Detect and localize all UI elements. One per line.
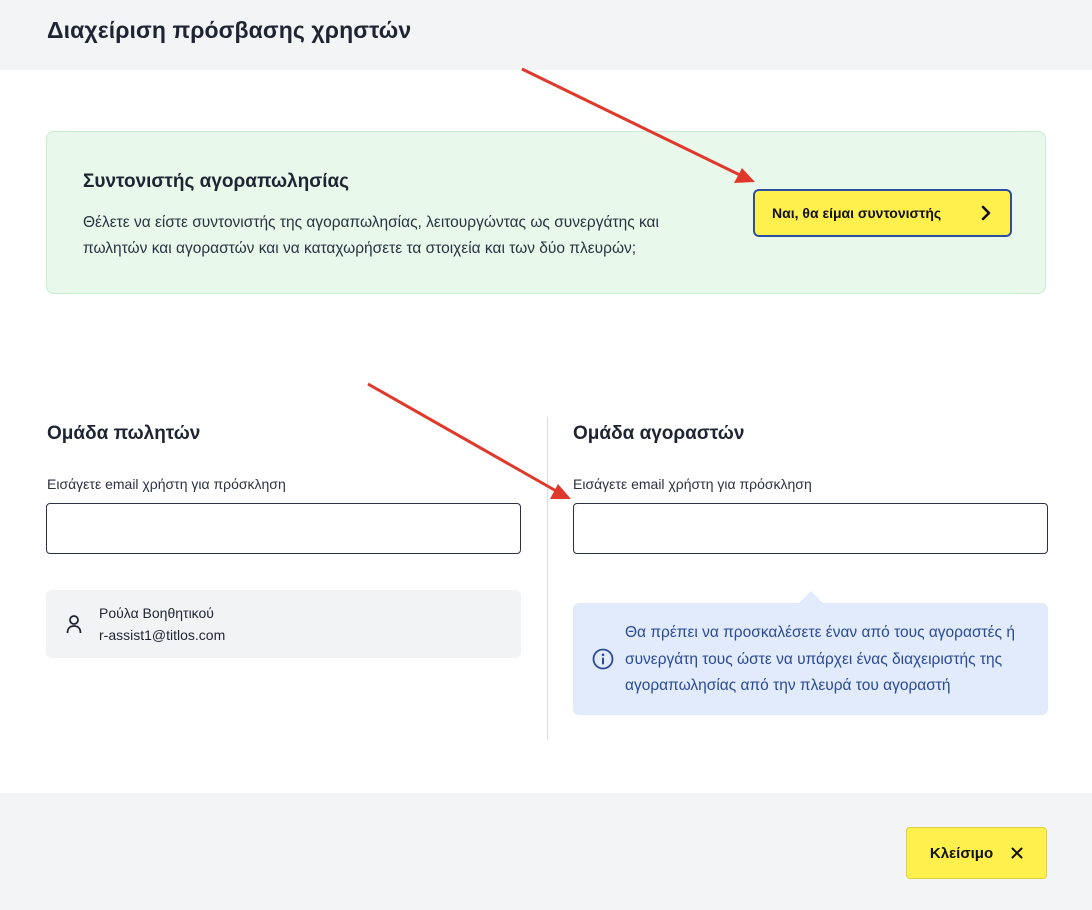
seller-member-item: Ρούλα Βοηθητικού r-assist1@titlos.com bbox=[46, 590, 521, 658]
sellers-email-label: Εισάγετε email χρήστη για πρόσκληση bbox=[47, 476, 286, 492]
become-coordinator-label: Ναι, θα είμαι συντονιστής bbox=[772, 205, 942, 221]
page-title: Διαχείριση πρόσβασης χρηστών bbox=[47, 17, 412, 43]
info-icon bbox=[592, 648, 614, 670]
buyers-info-box: Θα πρέπει να προσκαλέσετε έναν από τους … bbox=[573, 591, 1048, 715]
member-email: r-assist1@titlos.com bbox=[99, 627, 226, 643]
coordinator-title: Συντονιστής αγοραπωλησίας bbox=[83, 171, 350, 192]
person-icon bbox=[66, 615, 82, 634]
become-coordinator-button[interactable]: Ναι, θα είμαι συντονιστής bbox=[753, 189, 1012, 237]
page-header: Διαχείριση πρόσβασης χρηστών bbox=[0, 0, 1092, 70]
close-button-label: Κλείσιμο bbox=[929, 844, 994, 862]
info-box-pointer bbox=[799, 591, 823, 603]
member-name: Ρούλα Βοηθητικού bbox=[99, 605, 214, 621]
chevron-right-icon bbox=[981, 205, 991, 221]
close-button[interactable]: Κλείσιμο bbox=[906, 827, 1047, 879]
close-icon bbox=[1011, 847, 1023, 859]
buyers-email-label: Εισάγετε email χρήστη για πρόσκληση bbox=[573, 476, 812, 492]
sellers-email-input[interactable] bbox=[46, 503, 521, 554]
coordinator-description: Θέλετε να είστε συντονιστής της αγοραπωλ… bbox=[83, 214, 659, 257]
coordinator-card: Συντονιστής αγοραπωλησίας Θέλετε να είστ… bbox=[46, 131, 1046, 294]
buyers-email-input[interactable] bbox=[573, 503, 1048, 554]
buyers-info-text: Θα πρέπει να προσκαλέσετε έναν από τους … bbox=[625, 624, 1015, 694]
footer: Κλείσιμο bbox=[0, 793, 1092, 910]
sellers-title: Ομάδα πωλητών bbox=[47, 423, 201, 444]
buyers-title: Ομάδα αγοραστών bbox=[573, 423, 745, 444]
column-divider bbox=[547, 417, 548, 740]
